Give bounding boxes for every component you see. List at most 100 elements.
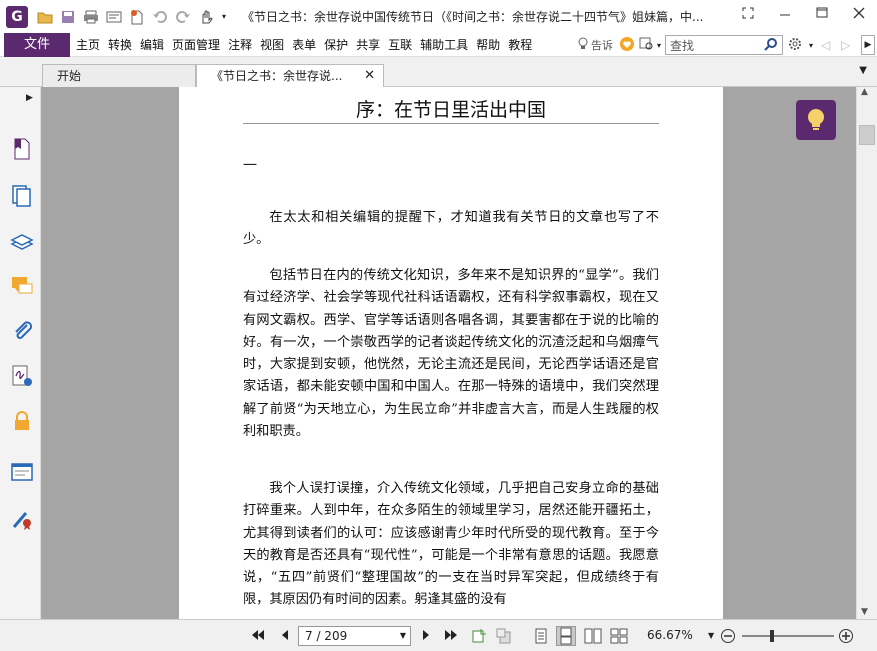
next-view-icon[interactable] — [496, 628, 512, 644]
tab-document[interactable]: 《节日之书：余世存说... ✕ — [196, 64, 384, 87]
menu-connect[interactable]: 互联 — [384, 33, 416, 57]
print-icon[interactable] — [82, 8, 100, 26]
certificate-icon[interactable] — [10, 507, 34, 531]
menu-edit[interactable]: 编辑 — [136, 33, 168, 57]
menu-view[interactable]: 视图 — [256, 33, 288, 57]
last-page-icon[interactable] — [443, 628, 457, 644]
settings-gear-icon[interactable] — [787, 36, 809, 55]
paragraph: 我个人误打误撞，介入传统文化领域，几乎把自己安身立命的基础打碎重来。人到中年，在… — [243, 481, 659, 608]
customize-dropdown-icon[interactable]: ▾ — [220, 8, 228, 26]
facing-view-icon[interactable] — [584, 628, 602, 644]
paragraph: 包括节日在内的传统文化知识，多年来不是知识界的“显学”。我们有过经济学、社会学等… — [243, 268, 659, 440]
document-tab-bar: 开始 《节日之书：余世存说... ✕ ▼ — [0, 57, 877, 87]
search-placeholder: 查找 — [669, 38, 694, 53]
maximize-icon[interactable] — [803, 0, 840, 26]
title-bar: G ▾ 《节日之书：余世存说中国传统节日（《时间之书：余世存说二十四节气》姐妹篇… — [0, 0, 877, 33]
heart-icon[interactable] — [619, 36, 637, 55]
page-number-value: 7 / 209 — [305, 629, 348, 643]
menu-protect[interactable]: 保护 — [320, 33, 352, 57]
zoom-dropdown-icon[interactable]: ▼ — [708, 628, 714, 644]
menu-home[interactable]: 主页 — [72, 33, 104, 57]
menu-form[interactable]: 表单 — [288, 33, 320, 57]
open-folder-icon[interactable] — [36, 8, 54, 26]
minimize-icon[interactable] — [766, 0, 803, 26]
prev-page-icon[interactable] — [280, 628, 290, 644]
page-dropdown-icon[interactable]: ▼ — [400, 627, 406, 645]
comments-icon[interactable] — [10, 274, 34, 298]
menu-right-tools: 告诉 ▾ 查找 ▾ ◁ ▷ ▶ — [575, 33, 877, 57]
menu-accessibility[interactable]: 辅助工具 — [416, 33, 472, 57]
settings-dropdown-icon[interactable]: ▾ — [809, 41, 813, 50]
tips-lightbulb-icon[interactable] — [796, 100, 836, 140]
menu-help[interactable]: 帮助 — [472, 33, 504, 57]
zoom-in-icon[interactable] — [838, 628, 854, 644]
signature-icon[interactable] — [10, 364, 34, 388]
form-fields-icon[interactable] — [10, 460, 34, 484]
tab-document-label: 《节日之书：余世存说... — [211, 69, 343, 83]
ribbon-prev-icon[interactable]: ◁ — [821, 38, 841, 52]
zoom-out-icon[interactable] — [720, 628, 736, 644]
tab-list-dropdown-icon[interactable]: ▼ — [859, 65, 867, 76]
zoom-level[interactable]: 66.67% — [647, 628, 693, 642]
expand-panel-icon[interactable]: ▶ — [26, 93, 33, 103]
scroll-down-arrow-icon[interactable]: ▼ — [861, 607, 868, 617]
scrollbar-thumb[interactable] — [859, 125, 875, 145]
ribbon-expand-icon[interactable]: ▶ — [861, 35, 875, 55]
app-window: G ▾ 《节日之书：余世存说中国传统节日（《时间之书：余世存说二十四节气》姐妹篇… — [0, 0, 877, 651]
app-logo-icon[interactable]: G — [6, 5, 28, 28]
zoom-slider-handle[interactable] — [770, 630, 774, 642]
security-lock-icon[interactable] — [10, 409, 34, 433]
pdf-page: 序：在节日里活出中国 一 在太太和相关编辑的提醒下，才知道我有关节日的文章也写了… — [179, 87, 723, 619]
scroll-up-arrow-icon[interactable]: ▲ — [861, 87, 868, 97]
menu-page-management[interactable]: 页面管理 — [168, 33, 224, 57]
search-options-icon[interactable] — [639, 36, 657, 55]
continuous-view-icon[interactable] — [556, 626, 576, 646]
layers-icon[interactable] — [10, 229, 34, 253]
menu-comment[interactable]: 注释 — [224, 33, 256, 57]
ribbon-menu-bar: 文件 主页 转换 编辑 页面管理 注释 视图 表单 保护 共享 互联 辅助工具 … — [0, 32, 877, 57]
save-icon[interactable] — [59, 8, 77, 26]
page-thumbnails-icon[interactable] — [10, 184, 34, 208]
menu-tutorial[interactable]: 教程 — [504, 33, 536, 57]
window-controls — [729, 0, 877, 33]
section-number: 一 — [243, 158, 257, 174]
undo-icon[interactable] — [151, 8, 169, 26]
quick-access-toolbar: ▾ — [36, 8, 228, 26]
tab-home-label: 开始 — [57, 69, 82, 83]
hand-tool-icon[interactable] — [197, 8, 215, 26]
document-viewport[interactable]: 序：在节日里活出中国 一 在太太和相关编辑的提醒下，才知道我有关节日的文章也写了… — [41, 87, 856, 619]
tab-close-icon[interactable]: ✕ — [364, 65, 375, 87]
status-bar: 7 / 209 ▼ 66.67% ▼ — [0, 619, 877, 651]
left-navigation-panel: ▶ — [0, 87, 41, 619]
close-icon[interactable] — [840, 0, 877, 26]
previous-view-icon[interactable] — [472, 628, 488, 644]
first-page-icon[interactable] — [252, 628, 266, 644]
menu-share[interactable]: 共享 — [352, 33, 384, 57]
search-dropdown-icon[interactable]: ▾ — [657, 41, 661, 50]
tell-me-label[interactable]: 告诉 — [591, 37, 613, 53]
search-input[interactable]: 查找 — [664, 35, 783, 55]
lightbulb-tell-icon[interactable] — [575, 37, 591, 54]
single-page-view-icon[interactable] — [535, 628, 547, 644]
tab-home[interactable]: 开始 — [42, 64, 196, 87]
page-title: 序：在节日里活出中国 — [355, 99, 546, 121]
continuous-facing-view-icon[interactable] — [610, 628, 628, 644]
attachment-icon[interactable] — [10, 319, 34, 343]
zoom-slider[interactable] — [742, 630, 834, 642]
menu-tabs: 主页 转换 编辑 页面管理 注释 视图 表单 保护 共享 互联 辅助工具 帮助 … — [72, 33, 536, 57]
new-document-icon[interactable] — [128, 8, 146, 26]
redo-icon[interactable] — [174, 8, 192, 26]
fullscreen-icon[interactable] — [729, 0, 766, 26]
ribbon-next-icon[interactable]: ▷ — [841, 38, 861, 52]
window-title: 《节日之书：余世存说中国传统节日（《时间之书：余世存说二十四节气》姐妹篇，中..… — [242, 10, 704, 24]
properties-icon[interactable] — [105, 8, 123, 26]
bookmark-icon[interactable] — [10, 137, 34, 161]
page-number-input[interactable]: 7 / 209 ▼ — [298, 626, 411, 646]
menu-convert[interactable]: 转换 — [104, 33, 136, 57]
file-menu-button[interactable]: 文件 — [4, 32, 70, 57]
search-icon[interactable] — [764, 37, 782, 54]
paragraph: 在太太和相关编辑的提醒下，才知道我有关节日的文章也写了不少。 — [243, 210, 659, 248]
next-page-icon[interactable] — [421, 628, 431, 644]
title-divider — [243, 123, 659, 124]
vertical-scrollbar[interactable]: ▲ ▼ — [856, 87, 877, 619]
